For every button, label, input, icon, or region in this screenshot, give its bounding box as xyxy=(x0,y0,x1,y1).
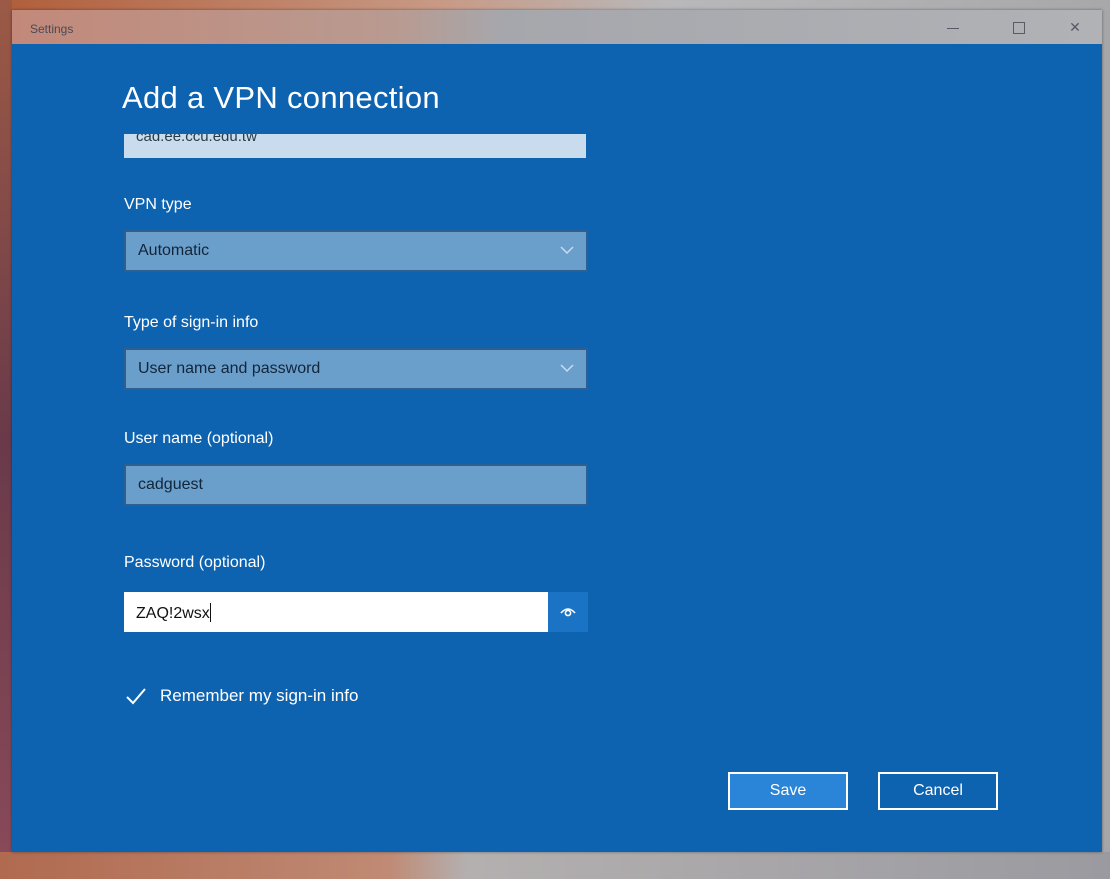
page-title: Add a VPN connection xyxy=(122,80,440,115)
signin-type-dropdown[interactable]: User name and password xyxy=(124,348,588,390)
chevron-down-icon xyxy=(560,240,574,263)
vpn-type-value: Automatic xyxy=(138,242,210,259)
remember-signin-label: Remember my sign-in info xyxy=(160,686,359,705)
text-caret xyxy=(209,603,211,622)
photo-background-top xyxy=(0,0,1110,10)
photo-background-left xyxy=(0,0,12,879)
server-address-value: cad.ee.ccu.edu.tw xyxy=(136,134,257,145)
chevron-down-icon xyxy=(560,358,574,381)
window-title: Settings xyxy=(30,22,74,36)
checkmark-icon xyxy=(124,684,148,708)
minimize-icon xyxy=(947,27,959,29)
server-address-input[interactable]: cad.ee.ccu.edu.tw xyxy=(124,134,586,158)
cancel-button[interactable]: Cancel xyxy=(878,772,998,810)
vpn-type-dropdown[interactable]: Automatic xyxy=(124,230,588,272)
username-label: User name (optional) xyxy=(124,430,274,447)
maximize-button[interactable] xyxy=(996,10,1042,44)
username-input[interactable]: cadguest xyxy=(124,464,588,506)
password-label: Password (optional) xyxy=(124,554,266,571)
username-value: cadguest xyxy=(138,476,203,493)
settings-window: Settings ✕ Add a VPN connection cad.ee.c… xyxy=(12,10,1102,852)
reveal-password-button[interactable] xyxy=(548,592,588,632)
password-text: ZAQ!2wsx xyxy=(136,605,210,622)
password-input[interactable]: ZAQ!2wsx xyxy=(124,592,550,632)
title-bar[interactable]: Settings ✕ xyxy=(12,10,1102,44)
vpn-dialog-content: Add a VPN connection cad.ee.ccu.edu.tw V… xyxy=(12,44,1102,852)
eye-icon xyxy=(548,608,588,636)
signin-type-label: Type of sign-in info xyxy=(124,314,259,331)
minimize-button[interactable] xyxy=(930,10,976,44)
close-button[interactable]: ✕ xyxy=(1052,10,1098,44)
signin-type-value: User name and password xyxy=(138,360,321,377)
photo-background-bottom xyxy=(0,852,1110,879)
save-button[interactable]: Save xyxy=(728,772,848,810)
close-icon: ✕ xyxy=(1069,19,1081,35)
maximize-icon xyxy=(1013,22,1025,35)
vpn-type-label: VPN type xyxy=(124,196,192,213)
password-value: ZAQ!2wsx xyxy=(136,603,211,623)
